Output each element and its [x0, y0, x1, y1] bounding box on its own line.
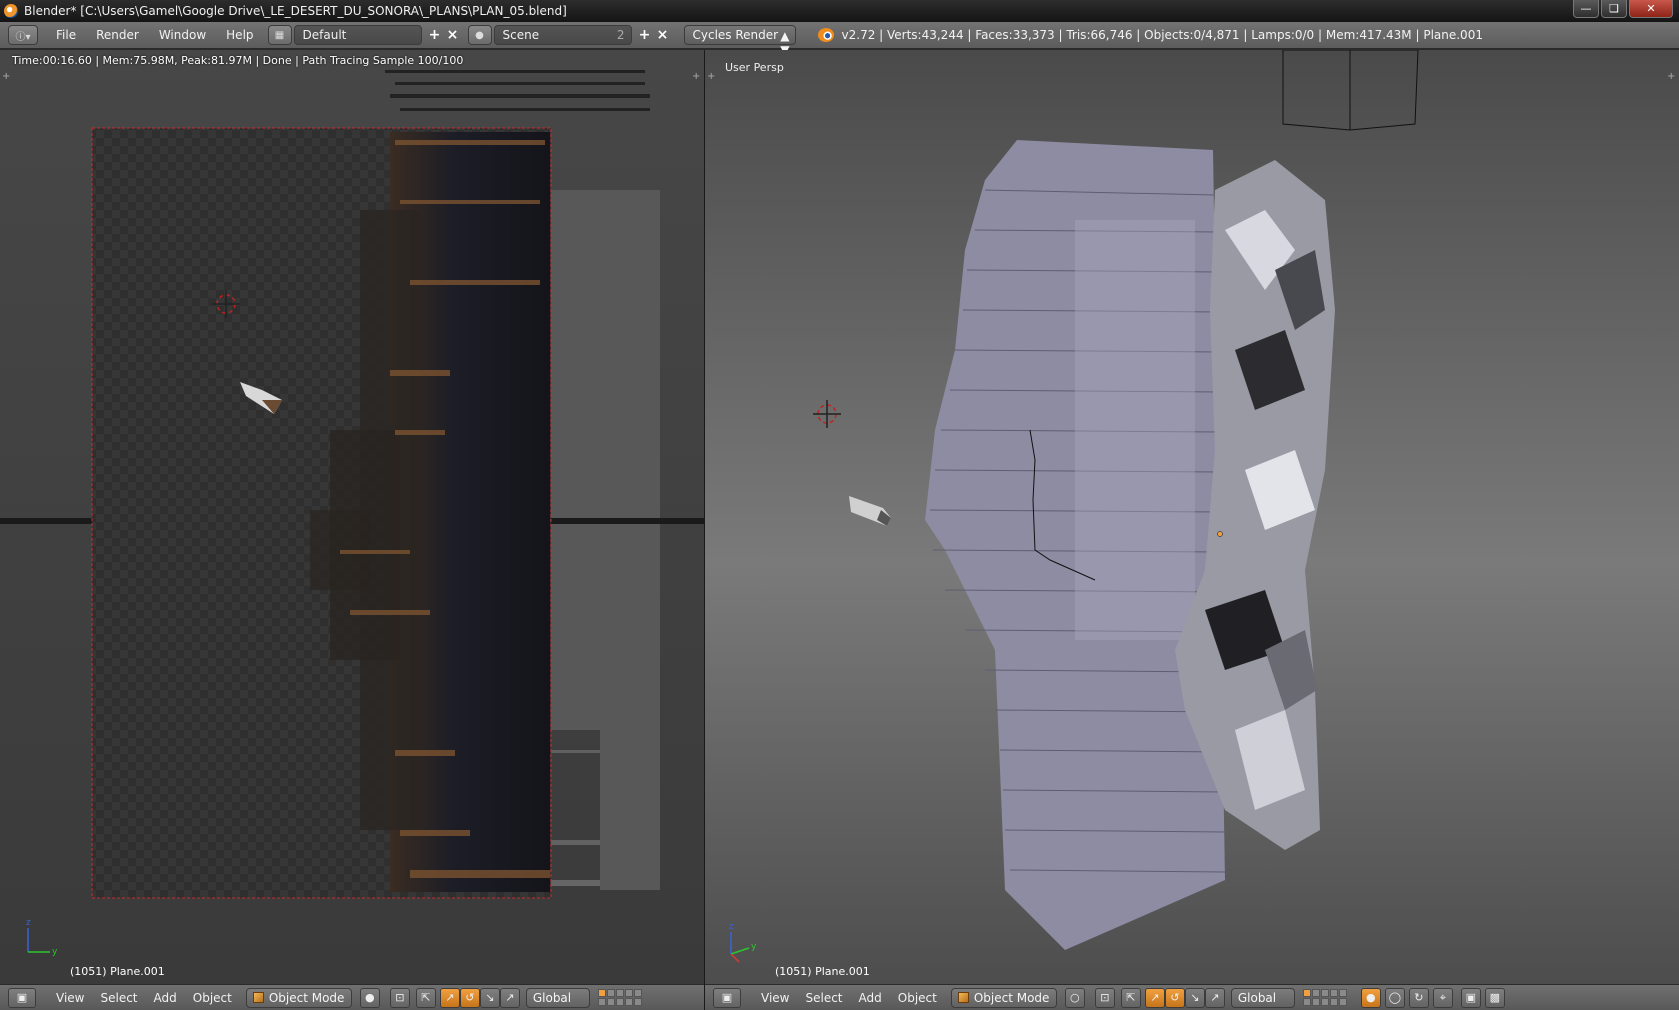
- 3d-view-header-left: ▣ View Select Add Object Object Mode ● ⊡…: [0, 984, 704, 1010]
- object-mode-value: Object Mode: [268, 990, 345, 1005]
- menu-add[interactable]: Add: [851, 991, 890, 1005]
- object-origin: [1217, 531, 1223, 537]
- opengl-render-icon[interactable]: ▣: [1460, 987, 1481, 1008]
- pivot-point-icon[interactable]: ⊡: [1094, 987, 1115, 1008]
- menu-file[interactable]: File: [46, 28, 86, 42]
- orientation-select[interactable]: Global: [525, 987, 590, 1008]
- view-name-label: User Persp: [725, 61, 784, 74]
- manipulator-toggle-icon[interactable]: ⇱: [415, 987, 436, 1008]
- 3d-view-header-right: ▣ View Select Add Object Object Mode ○ ⊡…: [705, 984, 1679, 1010]
- manipulator-toggle-icon[interactable]: ⇱: [1120, 987, 1141, 1008]
- axis-gizmo: z y: [729, 922, 757, 963]
- window-title: Blender* [C:\Users\Gamel\Google Drive\_L…: [24, 4, 567, 18]
- rotate-manipulator-icon[interactable]: ↺: [1164, 987, 1185, 1008]
- orientation-value: Global: [1237, 990, 1277, 1005]
- axis-label-y: y: [751, 942, 757, 952]
- window-controls: — ❑ ✕: [1573, 0, 1673, 18]
- layer-buttons[interactable]: [1302, 989, 1347, 1006]
- menu-object[interactable]: Object: [890, 991, 945, 1005]
- viewport-shading-icon[interactable]: ○: [1064, 987, 1085, 1008]
- layer-buttons[interactable]: [597, 989, 642, 1006]
- object-mode-select[interactable]: Object Mode: [950, 987, 1057, 1008]
- render-engine-select[interactable]: Cycles Render ▲▼: [683, 25, 796, 57]
- remove-screen-icon[interactable]: ×: [444, 25, 462, 45]
- menu-view[interactable]: View: [753, 991, 797, 1005]
- screen-layout-icon[interactable]: ▦: [267, 25, 292, 45]
- object-mode-select[interactable]: Object Mode: [245, 987, 352, 1008]
- axis-label-y: y: [52, 947, 58, 957]
- blender-app-icon: [4, 4, 18, 18]
- axis-gizmo: z y: [26, 918, 58, 957]
- maximize-icon[interactable]: ❑: [1601, 0, 1627, 18]
- render-engine-value: Cycles Render: [692, 28, 779, 42]
- corner-split-icon[interactable]: +: [707, 72, 717, 82]
- scene-stats: v2.72 | Verts:43,244 | Faces:33,373 | Tr…: [841, 28, 1483, 42]
- viewport-shading-icon[interactable]: ●: [359, 987, 380, 1008]
- minimize-icon[interactable]: —: [1573, 0, 1599, 18]
- scene-icon[interactable]: ●: [467, 25, 492, 45]
- menu-add[interactable]: Add: [146, 991, 185, 1005]
- add-scene-icon[interactable]: +: [636, 25, 654, 45]
- menu-render[interactable]: Render: [86, 28, 149, 42]
- 3d-viewport-canvas: z y: [729, 50, 1419, 963]
- corner-split-icon[interactable]: +: [2, 72, 12, 82]
- transform-orientation-icon[interactable]: ↗: [499, 987, 520, 1008]
- render-status-text: Time:00:16.60 | Mem:75.98M, Peak:81.97M …: [12, 54, 464, 67]
- snap-toggle-icon[interactable]: ↻: [1408, 987, 1429, 1008]
- object-mode-value: Object Mode: [973, 990, 1050, 1005]
- translate-manipulator-icon[interactable]: ↗: [1144, 987, 1165, 1008]
- axis-label-z: z: [26, 918, 31, 928]
- render-preview-canvas: z y: [0, 70, 704, 957]
- render-viewport[interactable]: z y Time:00:16.60 | Mem:75.98M, Peak:81.…: [0, 50, 704, 984]
- object-cube-icon: [957, 992, 969, 1003]
- translate-manipulator-icon[interactable]: ↗: [439, 987, 460, 1008]
- info-header: ⓘ▾ File Render Window Help ▦ Default + ×…: [0, 22, 1679, 57]
- editor-type-3dview-icon[interactable]: ▣: [8, 987, 36, 1008]
- pivot-point-icon[interactable]: ⊡: [389, 987, 410, 1008]
- snap-element-icon[interactable]: ⌖: [1432, 987, 1453, 1008]
- mesh-wall: [925, 140, 1226, 950]
- editor-type-info-icon[interactable]: ⓘ▾: [8, 25, 38, 45]
- transform-orientation-icon[interactable]: ↗: [1204, 987, 1225, 1008]
- active-object-info: (1051) Plane.001: [775, 965, 870, 978]
- menu-help[interactable]: Help: [216, 28, 263, 42]
- scale-manipulator-icon[interactable]: ↘: [1184, 987, 1205, 1008]
- orientation-select[interactable]: Global: [1230, 987, 1295, 1008]
- proportional-edit-icon[interactable]: ◯: [1384, 987, 1405, 1008]
- orientation-value: Global: [532, 990, 572, 1005]
- corner-split-icon[interactable]: +: [692, 72, 702, 82]
- menu-select[interactable]: Select: [797, 991, 850, 1005]
- corner-split-icon[interactable]: +: [1667, 72, 1677, 82]
- remove-scene-icon[interactable]: ×: [654, 25, 672, 45]
- blender-logo-icon: [817, 28, 834, 42]
- rotate-manipulator-icon[interactable]: ↺: [459, 987, 480, 1008]
- 3d-cursor-icon: [813, 400, 841, 428]
- menu-select[interactable]: Select: [92, 991, 145, 1005]
- add-screen-icon[interactable]: +: [426, 25, 444, 45]
- menu-object[interactable]: Object: [185, 991, 240, 1005]
- opengl-animation-icon[interactable]: ▩: [1484, 987, 1505, 1008]
- menu-window[interactable]: Window: [149, 28, 216, 42]
- scale-manipulator-icon[interactable]: ↘: [479, 987, 500, 1008]
- 3d-viewport[interactable]: z y User Persp + + (1051) Plane.001: [705, 50, 1679, 984]
- lock-layers-icon[interactable]: ●: [1360, 987, 1381, 1008]
- editor-type-3dview-icon[interactable]: ▣: [713, 987, 741, 1008]
- scene-field[interactable]: Scene 2: [493, 25, 632, 45]
- screen-layout-field[interactable]: Default: [293, 25, 422, 45]
- axis-label-z: z: [729, 922, 734, 932]
- scene-users-count: 2: [616, 28, 625, 42]
- screen-layout-value: Default: [302, 28, 347, 42]
- camera-wireframe: [1282, 50, 1419, 131]
- window-titlebar: Blender* [C:\Users\Gamel\Google Drive\_L…: [0, 0, 1679, 22]
- scene-value: Scene: [502, 28, 540, 42]
- object-cube-icon: [252, 992, 264, 1003]
- close-icon[interactable]: ✕: [1629, 0, 1673, 18]
- active-object-info: (1051) Plane.001: [70, 965, 165, 978]
- menu-view[interactable]: View: [48, 991, 92, 1005]
